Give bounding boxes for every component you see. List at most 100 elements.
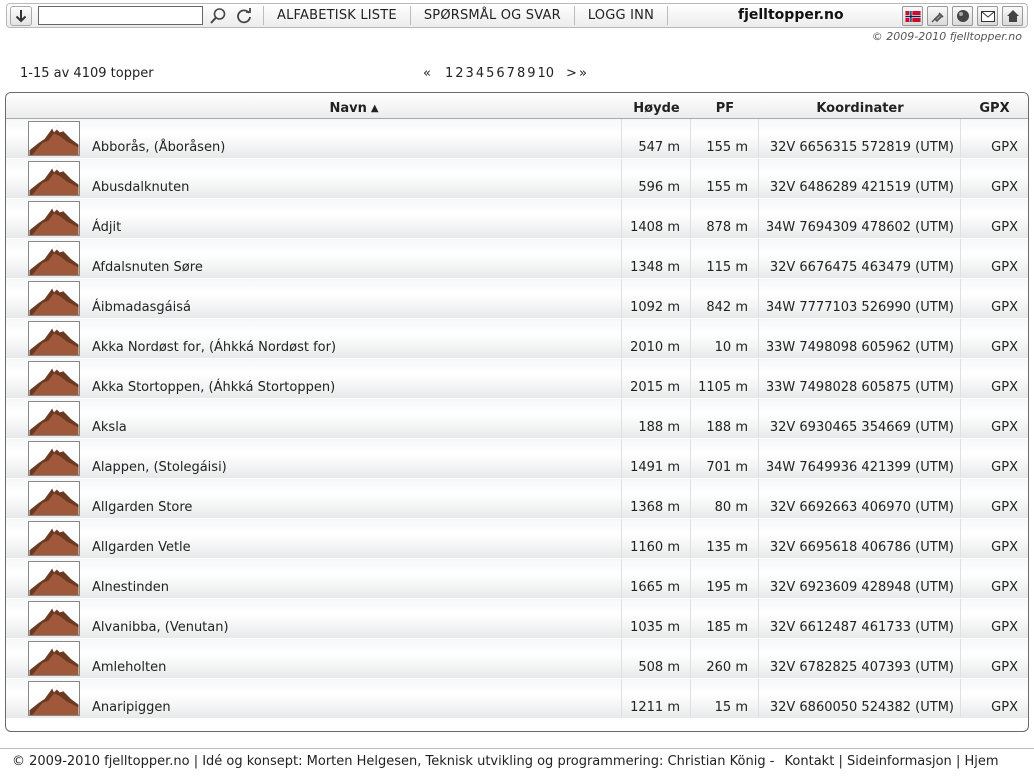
cell-image[interactable]: [6, 399, 86, 438]
cell-gpx-link[interactable]: GPX: [961, 319, 1028, 358]
cell-gpx-link[interactable]: GPX: [961, 359, 1028, 398]
cell-gpx-link[interactable]: GPX: [961, 439, 1028, 478]
cell-pf: 115 m: [691, 239, 759, 278]
cell-pf: 15 m: [691, 679, 759, 718]
pin-icon[interactable]: [927, 6, 948, 26]
page-3[interactable]: 3: [466, 66, 474, 81]
cell-gpx-link[interactable]: GPX: [961, 159, 1028, 198]
cell-gpx-link[interactable]: GPX: [961, 399, 1028, 438]
cell-name[interactable]: Áibmadasgáisá: [86, 279, 622, 318]
page-7[interactable]: 7: [507, 66, 515, 81]
page-5[interactable]: 5: [486, 66, 494, 81]
table-row[interactable]: Ádjit 1408 m 878 m 34W 7694309 478602 (UTM)…: [6, 199, 1028, 239]
header-gpx[interactable]: GPX: [961, 93, 1028, 118]
footer-link-siteinfo[interactable]: Sideinformasjon: [847, 754, 952, 769]
table-row[interactable]: Anaripiggen 1211 m 15 m 32V 6860050 524382 …: [6, 679, 1028, 719]
cell-image[interactable]: [6, 679, 86, 718]
cell-gpx-link[interactable]: GPX: [961, 599, 1028, 638]
globe-icon[interactable]: [952, 6, 973, 26]
cell-image[interactable]: [6, 279, 86, 318]
table-row[interactable]: Allgarden Store 1368 m 80 m 32V 6692663 406…: [6, 479, 1028, 519]
cell-pf: 1105 m: [691, 359, 759, 398]
cell-image[interactable]: [6, 559, 86, 598]
table-row[interactable]: Abborås, (Åboråsen) 547 m 155 m 32V 6656315…: [6, 119, 1028, 159]
home-icon[interactable]: [1002, 6, 1023, 26]
cell-name[interactable]: Aksla: [86, 399, 622, 438]
cell-gpx-link[interactable]: GPX: [961, 479, 1028, 518]
footer-link-contact[interactable]: Kontakt: [785, 754, 835, 769]
page-2[interactable]: 2: [455, 66, 463, 81]
header-pf[interactable]: PF: [691, 93, 759, 118]
cell-gpx-link[interactable]: GPX: [961, 639, 1028, 678]
search-input[interactable]: [38, 6, 203, 25]
cell-name[interactable]: Allgarden Vetle: [86, 519, 622, 558]
cell-gpx-link[interactable]: GPX: [961, 239, 1028, 278]
page-10[interactable]: 10: [538, 66, 555, 81]
cell-name[interactable]: Abusdalknuten: [86, 159, 622, 198]
cell-gpx-link[interactable]: GPX: [961, 199, 1028, 238]
page-9[interactable]: 9: [527, 66, 535, 81]
menu-questions-answers[interactable]: SPØRSMÅL OG SVAR: [413, 8, 572, 23]
refresh-icon[interactable]: [233, 6, 255, 26]
table-row[interactable]: Alappen, (Stolegáisi) 1491 m 701 m 34W 7649…: [6, 439, 1028, 479]
mail-icon[interactable]: [977, 6, 998, 26]
cell-name[interactable]: Allgarden Store: [86, 479, 622, 518]
table-row[interactable]: Akka Nordøst for, (Áhkká Nordøst for) 201…: [6, 319, 1028, 359]
cell-gpx-link[interactable]: GPX: [961, 119, 1028, 158]
norway-flag-icon[interactable]: [902, 6, 923, 26]
cell-gpx-link[interactable]: GPX: [961, 279, 1028, 318]
table-row[interactable]: Alnestinden 1665 m 195 m 32V 6923609 428948…: [6, 559, 1028, 599]
page-4[interactable]: 4: [476, 66, 484, 81]
menu-alphabetic-list[interactable]: ALFABETISK LISTE: [266, 8, 408, 23]
cell-name[interactable]: Abborås, (Åboråsen): [86, 119, 622, 158]
cell-gpx-link[interactable]: GPX: [961, 519, 1028, 558]
header-height[interactable]: Høyde: [622, 93, 691, 118]
cell-name[interactable]: Alvanibba, (Venutan): [86, 599, 622, 638]
cell-image[interactable]: [6, 359, 86, 398]
menu-login[interactable]: LOGG INN: [577, 8, 665, 23]
mountain-thumbnail-icon: [28, 201, 80, 236]
cell-image[interactable]: [6, 519, 86, 558]
page-6[interactable]: 6: [496, 66, 504, 81]
cell-image[interactable]: [6, 599, 86, 638]
cell-image[interactable]: [6, 319, 86, 358]
pagination: « 1 2 3 4 5 6 7 8 9 10 > »: [423, 66, 591, 81]
table-row[interactable]: Allgarden Vetle 1160 m 135 m 32V 6695618 40…: [6, 519, 1028, 559]
cell-image[interactable]: [6, 239, 86, 278]
cell-image[interactable]: [6, 479, 86, 518]
pager-last[interactable]: »: [579, 66, 587, 81]
cell-image[interactable]: [6, 639, 86, 678]
table-row[interactable]: Afdalsnuten Søre 1348 m 115 m 32V 6676475 4…: [6, 239, 1028, 279]
pager-next[interactable]: >: [566, 66, 577, 81]
download-arrow-icon[interactable]: [10, 5, 32, 26]
table-row[interactable]: Alvanibba, (Venutan) 1035 m 185 m 32V 66124…: [6, 599, 1028, 639]
cell-image[interactable]: [6, 159, 86, 198]
cell-name[interactable]: Alappen, (Stolegáisi): [86, 439, 622, 478]
cell-name[interactable]: Afdalsnuten Søre: [86, 239, 622, 278]
cell-pf: 701 m: [691, 439, 759, 478]
cell-name[interactable]: Alnestinden: [86, 559, 622, 598]
cell-gpx-link[interactable]: GPX: [961, 559, 1028, 598]
footer-link-home[interactable]: Hjem: [964, 754, 998, 769]
page-8[interactable]: 8: [517, 66, 525, 81]
cell-name[interactable]: Akka Stortoppen, (Áhkká Stortoppen): [86, 359, 622, 398]
cell-name[interactable]: Amleholten: [86, 639, 622, 678]
table-row[interactable]: Áibmadasgáisá 1092 m 842 m 34W 7777103 5269…: [6, 279, 1028, 319]
cell-name[interactable]: Ádjit: [86, 199, 622, 238]
cell-name[interactable]: Anaripiggen: [86, 679, 622, 718]
table-row[interactable]: Aksla 188 m 188 m 32V 6930465 354669 (UTM) G…: [6, 399, 1028, 439]
cell-image[interactable]: [6, 119, 86, 158]
table-row[interactable]: Amleholten 508 m 260 m 32V 6782825 407393 (…: [6, 639, 1028, 679]
cell-image[interactable]: [6, 439, 86, 478]
cell-gpx-link[interactable]: GPX: [961, 679, 1028, 718]
footer: © 2009-2010 fjelltopper.no | Idé og kons…: [0, 748, 1034, 780]
site-title[interactable]: fjelltopper.no: [738, 7, 844, 23]
table-row[interactable]: Abusdalknuten 596 m 155 m 32V 6486289 42151…: [6, 159, 1028, 199]
search-icon[interactable]: [207, 6, 229, 26]
header-name[interactable]: Navn ▲: [86, 93, 622, 118]
cell-image[interactable]: [6, 199, 86, 238]
header-coordinates[interactable]: Koordinater: [759, 93, 961, 118]
table-row[interactable]: Akka Stortoppen, (Áhkká Stortoppen) 2015 …: [6, 359, 1028, 399]
pager-first[interactable]: «: [423, 66, 431, 81]
cell-name[interactable]: Akka Nordøst for, (Áhkká Nordøst for): [86, 319, 622, 358]
